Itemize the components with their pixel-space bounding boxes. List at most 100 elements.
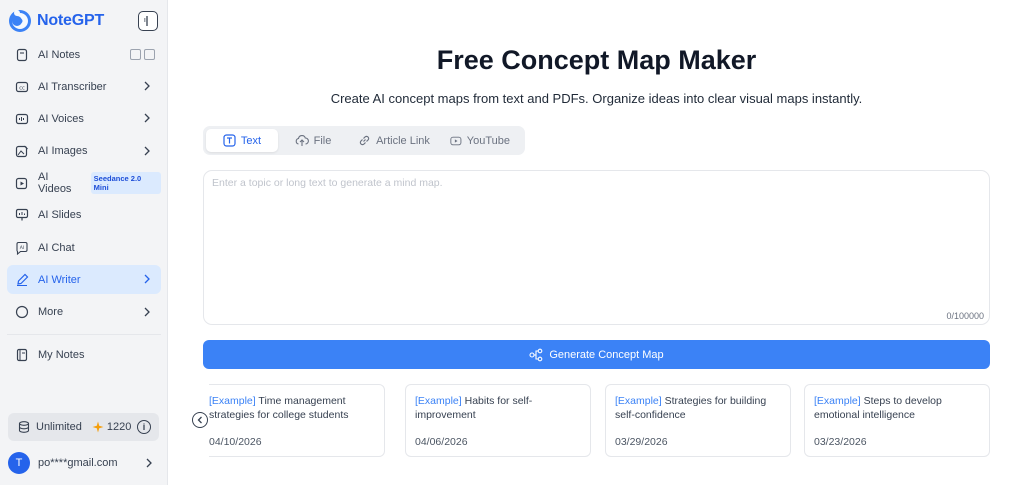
sidebar-toggle-icon <box>144 16 148 26</box>
example-date: 04/06/2026 <box>415 436 468 448</box>
chevron-right-icon <box>144 113 150 123</box>
example-card[interactable]: [Example] Steps to develop emotional int… <box>804 384 990 457</box>
waveform-icon <box>15 112 29 126</box>
example-card[interactable]: [Example] Time management strategies for… <box>209 384 385 457</box>
sidebar-item-ai-images[interactable]: AI Images <box>7 137 161 166</box>
my-notes-icon <box>15 348 29 362</box>
example-card-text: [Example] Habits for self-improvement <box>415 394 581 424</box>
sidebar-item-more[interactable]: More <box>7 298 161 327</box>
chevron-right-icon <box>144 274 150 284</box>
topic-input[interactable] <box>212 177 982 307</box>
chevron-right-icon <box>144 146 150 156</box>
brand-name: NoteGPT <box>37 12 105 29</box>
tab-label: Article Link <box>376 134 430 147</box>
example-tag: [Example] <box>814 395 861 407</box>
ai-chat-icon: AI <box>15 241 29 255</box>
example-card[interactable]: [Example] Habits for self-improvement 04… <box>405 384 591 457</box>
tab-youtube[interactable]: YouTube <box>440 129 520 152</box>
chevron-left-icon <box>197 416 202 424</box>
sidebar-item-label: AI Voices <box>38 112 84 125</box>
database-icon <box>18 421 30 433</box>
mind-map-icon <box>529 348 543 361</box>
example-tag: [Example] <box>615 395 662 407</box>
svg-text:AI: AI <box>20 245 24 251</box>
chevron-right-icon <box>146 458 152 468</box>
sidebar-item-label: AI Chat <box>38 241 75 254</box>
tab-label: File <box>313 134 332 147</box>
brand[interactable]: NoteGPT <box>8 8 104 34</box>
user-menu[interactable]: T po****gmail.com <box>8 450 159 476</box>
generate-button-label: Generate Concept Map <box>549 348 664 361</box>
generate-concept-map-button[interactable]: Generate Concept Map <box>203 340 990 369</box>
sidebar-item-ai-slides[interactable]: AI Slides <box>7 201 161 230</box>
credits-count: 1220 <box>92 421 131 433</box>
sidebar-collapse-button[interactable] <box>138 11 158 31</box>
example-date: 03/29/2026 <box>615 436 668 448</box>
sidebar-item-label: More <box>38 306 64 318</box>
sparkle-icon <box>92 421 104 433</box>
sidebar-nav: AI Notes cc AI Transcriber AI Voices AI … <box>7 40 161 330</box>
avatar: T <box>8 452 30 474</box>
cloud-upload-icon <box>295 135 309 146</box>
example-date: 04/10/2026 <box>209 436 262 448</box>
sidebar-secondary-nav: My Notes <box>7 340 161 372</box>
link-icon <box>359 135 370 146</box>
sidebar-item-ai-videos[interactable]: AI Videos Seedance 2.0 Mini <box>7 169 161 198</box>
topic-input-box: 0/100000 <box>203 170 990 325</box>
info-icon[interactable]: i <box>137 420 151 434</box>
example-card-text: [Example] Time management strategies for… <box>209 394 375 424</box>
examples-prev-button[interactable] <box>192 412 208 428</box>
notegpt-logo-icon <box>9 10 31 32</box>
example-card[interactable]: [Example] Strategies for building self-c… <box>605 384 791 457</box>
page-subtitle: Create AI concept maps from text and PDF… <box>330 91 863 106</box>
image-edit-icon <box>15 144 29 158</box>
main-content: Free Concept Map Maker Create AI concept… <box>169 0 1024 485</box>
example-card-text: [Example] Steps to develop emotional int… <box>814 394 980 424</box>
example-tag: [Example] <box>209 395 256 407</box>
sidebar-item-label: AI Slides <box>38 209 82 222</box>
sidebar-item-ai-chat[interactable]: AI AI Chat <box>7 233 161 262</box>
sidebar-item-ai-writer[interactable]: AI Writer <box>7 265 161 295</box>
chevron-right-icon <box>144 307 150 316</box>
chevron-right-icon <box>144 81 150 91</box>
sidebar-item-label: AI Notes <box>38 48 81 61</box>
tab-label: YouTube <box>466 134 510 147</box>
sidebar-item-label: AI Images <box>38 145 88 158</box>
plan-label: Unlimited <box>36 421 82 433</box>
notes-shortcut-icons <box>130 49 155 60</box>
sidebar-divider <box>7 334 161 335</box>
tab-article-link[interactable]: Article Link <box>348 129 440 152</box>
tab-file[interactable]: File <box>278 129 348 152</box>
example-date: 03/23/2026 <box>814 436 867 448</box>
tab-text[interactable]: Text <box>206 129 278 152</box>
youtube-icon <box>450 136 462 145</box>
sidebar: NoteGPT AI Notes cc AI Transcriber AI Vo… <box>0 0 168 485</box>
example-carousel: [Example] Time management strategies for… <box>209 384 991 459</box>
credits-value: 1220 <box>106 421 132 433</box>
svg-text:cc: cc <box>19 85 25 91</box>
sidebar-item-label: AI Transcriber <box>38 80 107 93</box>
sidebar-item-label: AI Videos <box>38 171 72 196</box>
captions-icon: cc <box>15 80 29 94</box>
sidebar-item-label: My Notes <box>38 348 85 361</box>
video-icon <box>15 176 29 190</box>
input-source-tabs: Text File Article Link YouTube <box>203 126 525 155</box>
credits-quota[interactable]: Unlimited 1220 i <box>8 413 159 441</box>
document-mini-icon[interactable] <box>144 49 155 60</box>
youtube-mini-icon[interactable] <box>130 49 141 60</box>
text-icon <box>223 134 236 147</box>
tab-label: Text <box>240 134 262 147</box>
sidebar-item-ai-voices[interactable]: AI Voices <box>7 104 161 133</box>
character-counter: 0/100000 <box>946 311 984 321</box>
new-model-badge: Seedance 2.0 Mini <box>90 172 161 195</box>
example-card-text: [Example] Strategies for building self-c… <box>615 394 781 424</box>
example-tag: [Example] <box>415 395 462 407</box>
sidebar-item-ai-transcriber[interactable]: cc AI Transcriber <box>7 72 161 101</box>
page-title: Free Concept Map Maker <box>436 45 757 75</box>
sidebar-item-my-notes[interactable]: My Notes <box>7 340 161 369</box>
notebook-icon <box>15 48 29 62</box>
pen-icon <box>15 273 29 287</box>
sidebar-item-ai-notes[interactable]: AI Notes <box>7 40 161 69</box>
user-email: po****gmail.com <box>38 457 118 469</box>
sidebar-item-label: AI Writer <box>38 273 81 286</box>
